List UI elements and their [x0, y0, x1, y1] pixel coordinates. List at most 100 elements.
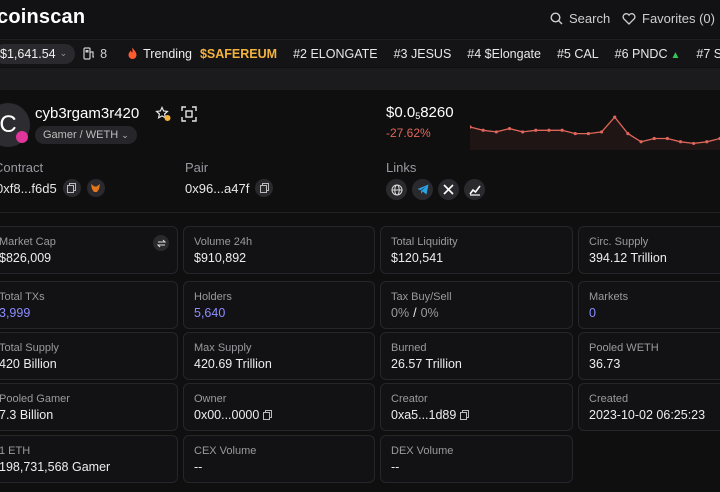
pooled-gamer-card: Pooled Gamer 7.3 Billion	[0, 383, 178, 431]
tax-card: Tax Buy/Sell 0% / 0%	[380, 281, 573, 329]
sparkline-point	[547, 128, 551, 132]
search-icon	[550, 12, 563, 25]
price-change: -27.62%	[386, 126, 431, 140]
card-value: $910,892	[194, 251, 247, 265]
favorite-star-icon[interactable]	[155, 106, 171, 122]
telegram-icon[interactable]	[412, 179, 433, 200]
favorites-button[interactable]: Favorites (0)	[622, 11, 715, 26]
links-label: Links	[386, 160, 417, 175]
trending-item-3[interactable]: #3 JESUS	[394, 47, 452, 61]
card-label: Created	[589, 393, 629, 405]
sparkline-point	[507, 127, 512, 131]
card-value[interactable]: 3,999	[0, 306, 30, 320]
gas-value: 8	[100, 46, 108, 61]
sparkline-point	[586, 131, 591, 136]
x-twitter-icon[interactable]	[438, 179, 459, 200]
sparkline-point	[678, 140, 683, 144]
card-label: Owner	[194, 393, 227, 405]
chain-badge-icon	[16, 131, 28, 143]
card-label: Markets	[589, 291, 629, 303]
card-label: Circ. Supply	[589, 236, 649, 248]
sparkline-point	[521, 130, 525, 134]
chevron-down-icon: ⌄	[59, 48, 68, 58]
card-value: 26.57 Trillion	[391, 357, 462, 371]
trending-item-1[interactable]: $SAFEREUM	[200, 47, 277, 61]
globe-icon[interactable]	[386, 179, 407, 200]
trending-item-4[interactable]: #4 $Elongate	[467, 47, 541, 61]
scan-icon[interactable]	[181, 106, 197, 122]
site-logo[interactable]: coinscan	[0, 6, 85, 29]
sparkline-point	[573, 131, 577, 136]
trending-item-6[interactable]: #6 PNDC ▲	[615, 47, 681, 61]
pooled-weth-card: Pooled WETH 36.73	[578, 332, 720, 380]
metamask-icon[interactable]	[86, 179, 105, 197]
up-arrow-icon: ▲	[670, 49, 681, 61]
card-label: Pooled WETH	[589, 342, 659, 354]
eth-price-pill[interactable]: $1,641.54 ⌄	[0, 43, 76, 64]
creator-address[interactable]: 0xa5...1d89	[391, 408, 456, 422]
price-sparkline	[470, 115, 720, 150]
token-info-row: Contract 0xf8...f6d5 Pair 0x96...a47f Li…	[0, 160, 720, 204]
card-value: 394.12 Trillion	[589, 251, 667, 265]
volume-card: Volume 24h $910,892	[183, 226, 375, 274]
creator-card: Creator 0xa5...1d89	[380, 383, 573, 431]
owner-card: Owner 0x00...0000	[183, 383, 375, 431]
card-label: Max Supply	[194, 342, 252, 354]
sparkline-point	[534, 128, 538, 132]
card-value: 0x00...0000	[194, 408, 273, 422]
card-value[interactable]: 0	[589, 306, 596, 320]
card-value: 420.69 Trillion	[194, 357, 272, 371]
trending-label: Trending	[127, 47, 192, 61]
sparkline-point	[626, 131, 630, 136]
total-txs-card: Total TXs 3,999	[0, 281, 178, 329]
search-button[interactable]: Search	[550, 11, 610, 26]
pair-address[interactable]: 0x96...a47f	[185, 181, 249, 196]
card-value[interactable]: 5,640	[194, 306, 225, 320]
trending-item-7[interactable]: #7 SECURE	[696, 47, 720, 61]
copy-icon[interactable]	[460, 410, 470, 420]
card-label: Creator	[391, 393, 428, 405]
sparkline-point	[599, 130, 604, 134]
chart-link-icon[interactable]	[464, 179, 485, 200]
contract-address[interactable]: 0xf8...f6d5	[0, 181, 57, 196]
links-group	[386, 179, 485, 200]
sparkline-point	[613, 115, 617, 119]
dex-volume-card: DEX Volume --	[380, 435, 573, 483]
max-supply-card: Max Supply 420.69 Trillion	[183, 332, 375, 380]
copy-icon[interactable]	[255, 179, 274, 197]
eth-rate-card: 1 ETH 198,731,568 Gamer	[0, 435, 178, 483]
trending-item-2[interactable]: #2 ELONGATE	[293, 47, 378, 61]
card-label: Tax Buy/Sell	[391, 291, 452, 303]
sparkline-point	[692, 141, 696, 146]
swap-arrows-icon[interactable]	[153, 235, 169, 251]
card-value: --	[194, 460, 203, 474]
heart-icon	[622, 12, 636, 25]
sparkline-point	[705, 140, 709, 144]
sparkline-point	[560, 128, 564, 132]
card-value: $120,541	[391, 251, 444, 265]
card-value: 198,731,568 Gamer	[0, 460, 111, 474]
card-value: 420 Billion	[0, 357, 57, 371]
copy-icon[interactable]	[263, 410, 273, 420]
total-supply-card: Total Supply 420 Billion	[0, 332, 178, 380]
trending-ticker: $1,641.54 ⌄ 8 Trending $SAFEREUM #2 ELON…	[0, 39, 720, 67]
card-label: Market Cap	[0, 236, 56, 248]
card-label: DEX Volume	[391, 445, 454, 457]
search-label: Search	[569, 11, 611, 26]
card-label: CEX Volume	[194, 445, 257, 457]
markets-card: Markets 0	[578, 281, 720, 329]
pair-field: 0x96...a47f	[185, 179, 274, 197]
owner-address[interactable]: 0x00...0000	[194, 408, 259, 422]
gas-indicator: 8	[83, 47, 107, 61]
pair-selector[interactable]: Gamer / WETH ⌄	[35, 126, 137, 144]
section-divider	[0, 212, 720, 213]
banner-strip	[0, 68, 720, 90]
token-header: C cyb3rgam3r420 Gamer / WETH ⌄ $0.058260…	[0, 100, 720, 150]
trending-item-5[interactable]: #5 CAL	[557, 47, 599, 61]
top-bar: coinscan Search Favorites (0)	[0, 0, 720, 38]
token-actions	[155, 106, 197, 122]
contract-field: 0xf8...f6d5	[0, 179, 105, 197]
created-card: Created 2023-10-02 06:25:23	[578, 383, 720, 431]
gas-pump-icon	[83, 47, 95, 60]
copy-icon[interactable]	[62, 179, 81, 197]
